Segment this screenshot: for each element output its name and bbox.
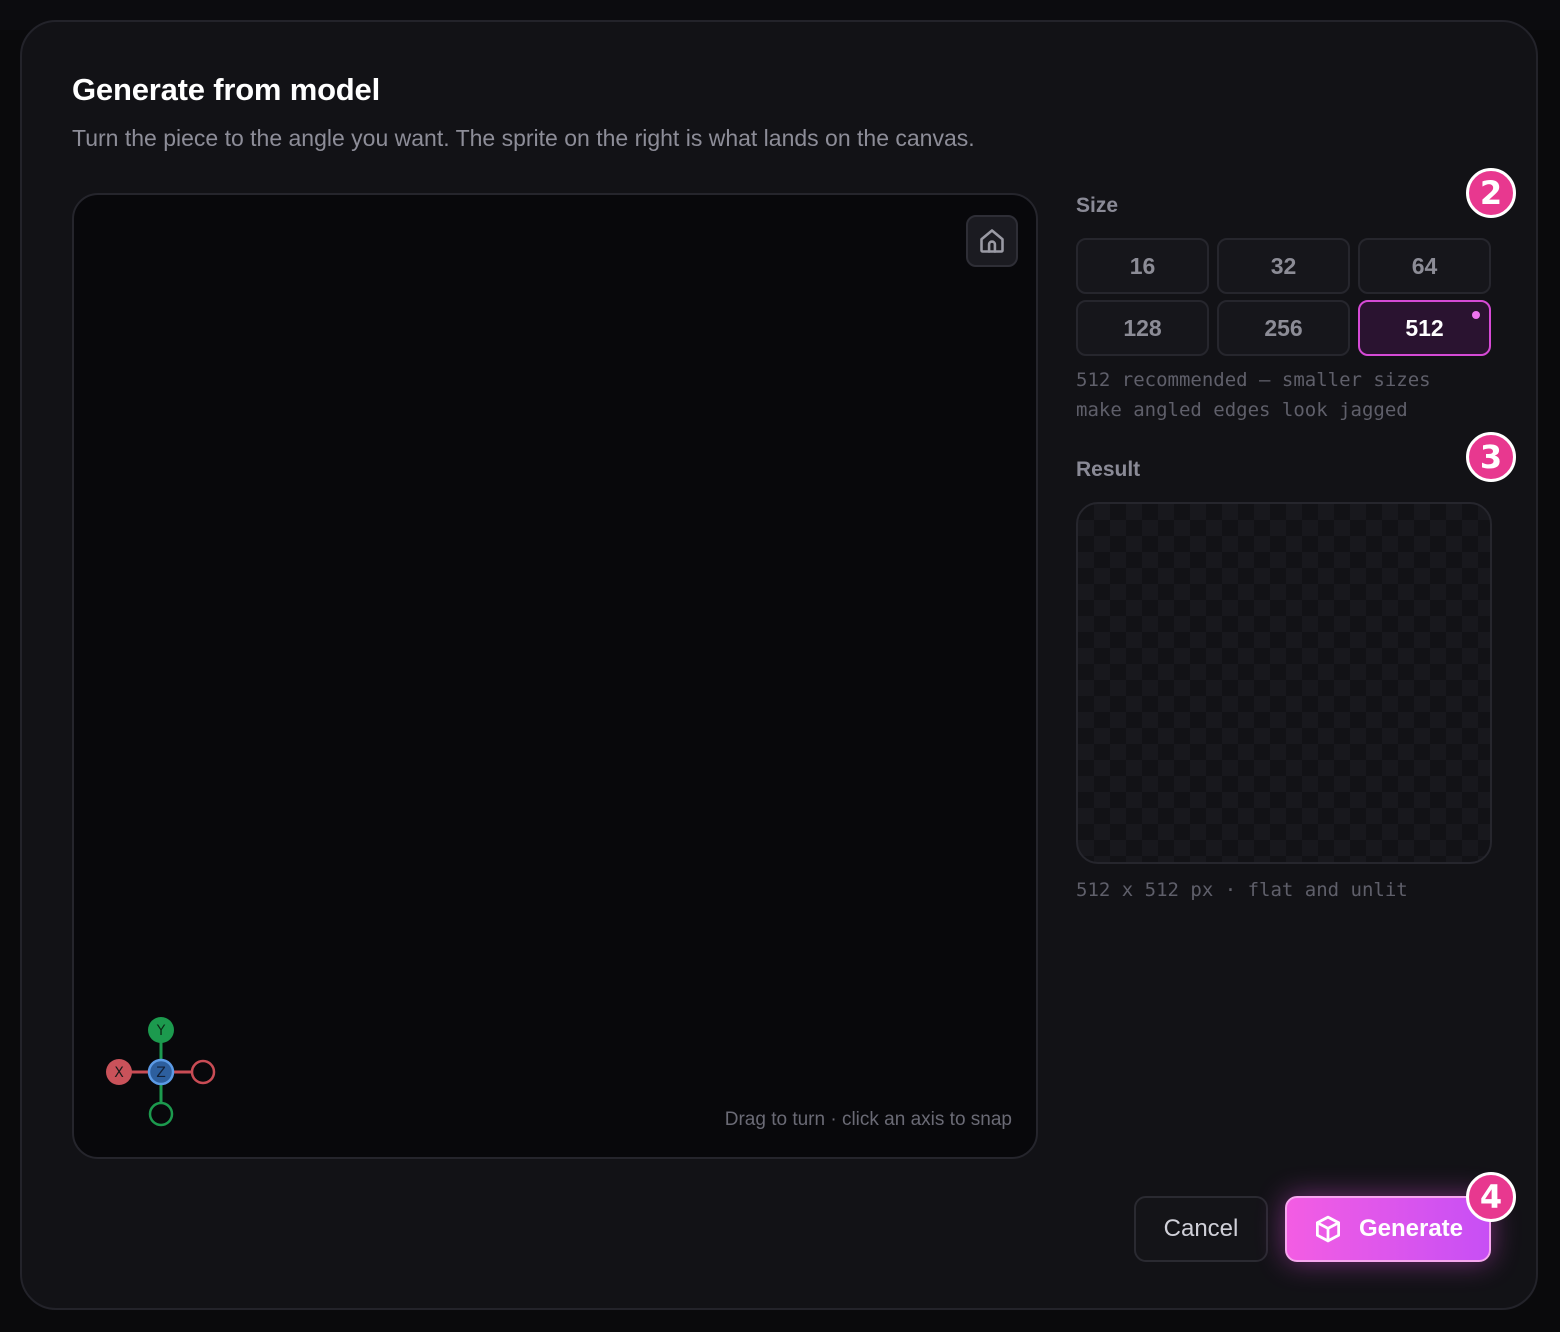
cube-icon (1315, 1215, 1340, 1243)
generate-dialog: Generate from model Turn the piece to th… (20, 20, 1538, 1310)
axis-x-handle[interactable]: X (106, 1059, 132, 1085)
size-option-128[interactable]: 128 (1076, 300, 1209, 356)
dialog-title: Generate from model (72, 72, 381, 107)
size-option-64[interactable]: 64 (1358, 238, 1491, 294)
generate-button[interactable]: Generate (1285, 1196, 1491, 1262)
selected-indicator-dot (1472, 311, 1480, 319)
result-info: 512 x 512 px · flat and unlit (1076, 879, 1408, 901)
home-icon (980, 229, 1004, 253)
size-note: 512 recommended — smaller sizes make ang… (1076, 365, 1431, 425)
generate-button-label: Generate (1358, 1215, 1464, 1242)
dialog-subtitle: Turn the piece to the angle you want. Th… (72, 125, 975, 151)
size-note-line-2: make angled edges look jagged (1076, 399, 1408, 421)
cancel-button[interactable]: Cancel (1134, 1196, 1268, 1262)
axis-y-negative-handle[interactable] (148, 1101, 174, 1127)
step-badge-2: 2 (1466, 168, 1516, 218)
size-option-256[interactable]: 256 (1217, 300, 1350, 356)
result-preview (1076, 502, 1492, 864)
axis-y-handle[interactable]: Y (148, 1017, 174, 1043)
result-label: Result (1076, 458, 1141, 481)
step-badge-3: 3 (1466, 432, 1516, 482)
size-option-16[interactable]: 16 (1076, 238, 1209, 294)
axis-z-handle[interactable]: Z (147, 1058, 175, 1086)
size-option-32[interactable]: 32 (1217, 238, 1350, 294)
size-option-512[interactable]: 512 (1358, 300, 1491, 356)
axis-x-negative-handle[interactable] (190, 1059, 216, 1085)
axis-z-label: Z (156, 1065, 166, 1081)
size-note-line-1: 512 recommended — smaller sizes (1076, 369, 1431, 391)
reset-view-button[interactable] (966, 215, 1018, 267)
size-label: Size (1076, 194, 1119, 217)
size-option-label: 512 (1405, 314, 1444, 341)
axis-gizmo[interactable]: X Y Z (94, 1003, 224, 1133)
viewport-hint: Drag to turn · click an axis to snap (724, 1109, 1012, 1130)
axis-x-label: X (114, 1065, 124, 1081)
model-viewport[interactable]: X Y Z Drag to turn · click an axis to sn… (72, 193, 1038, 1159)
axis-y-label: Y (156, 1023, 166, 1039)
step-badge-4: 4 (1466, 1172, 1516, 1222)
